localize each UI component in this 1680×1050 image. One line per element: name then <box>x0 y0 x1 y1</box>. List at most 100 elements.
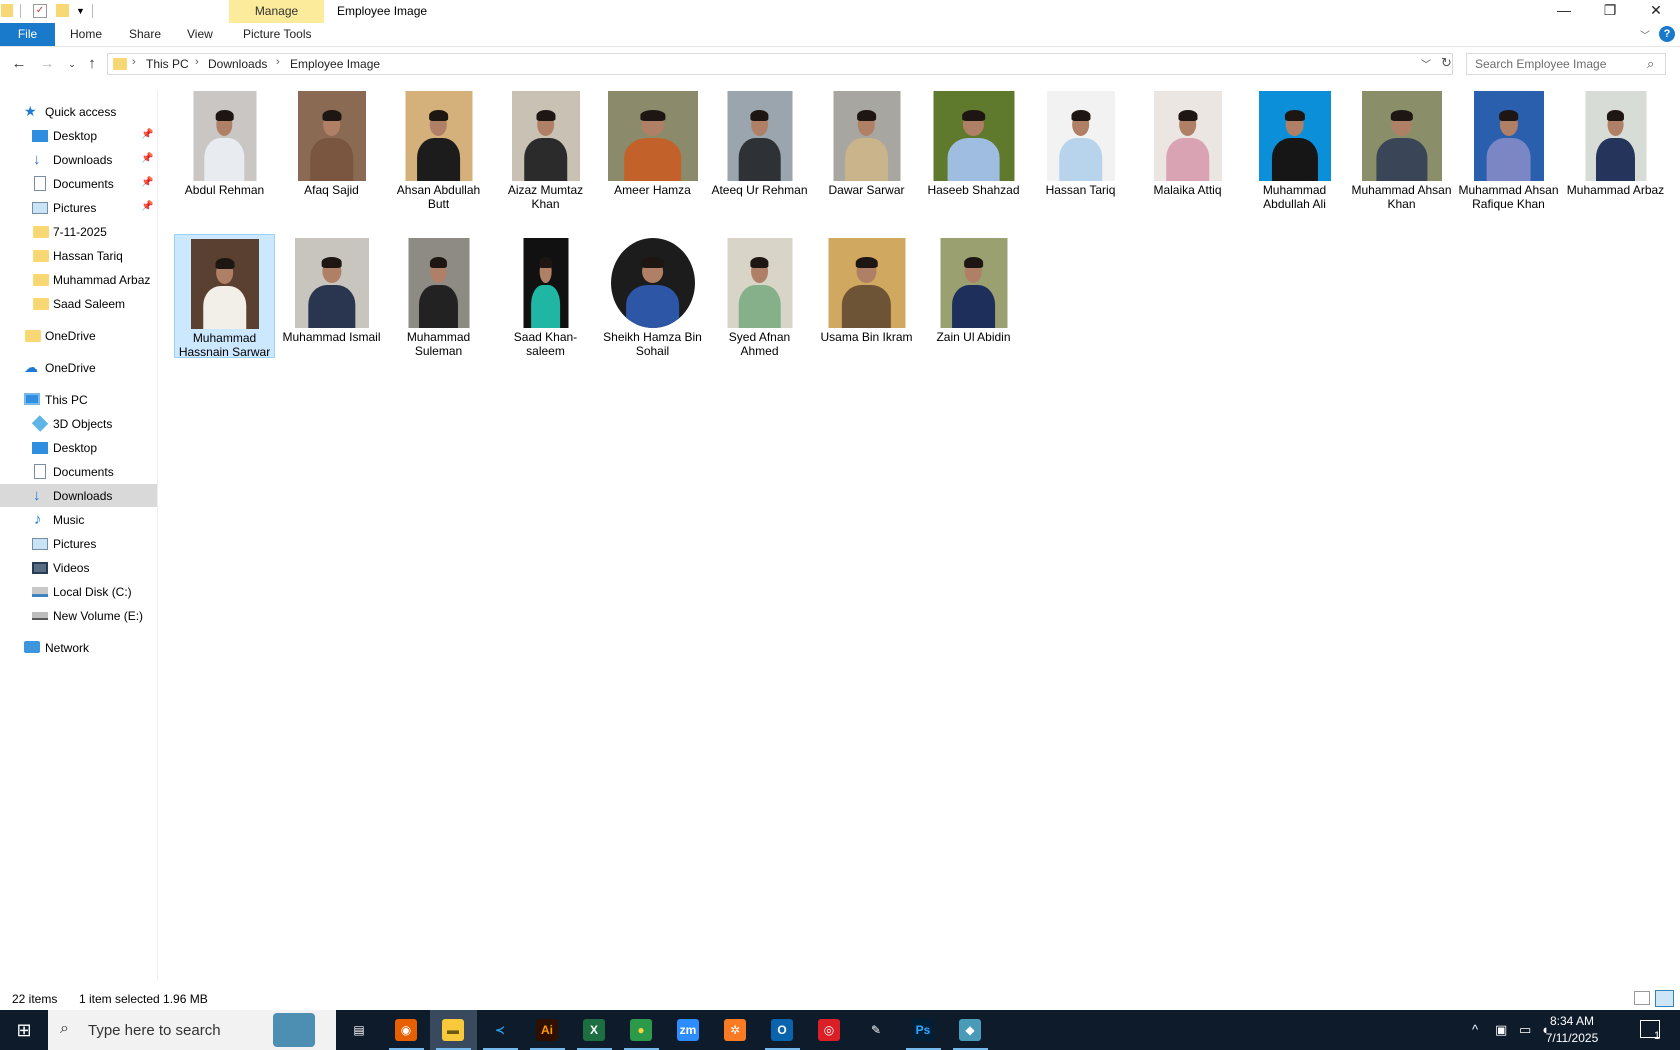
creative-cloud-taskbar-button[interactable]: ◎ <box>806 1010 853 1050</box>
sidebar-item-onedrive-folder[interactable]: OneDrive <box>0 324 157 347</box>
file-item[interactable]: Usama Bin Ikram <box>816 234 917 358</box>
chevron-down-icon[interactable]: ﹀ <box>1640 27 1650 42</box>
tab-file[interactable]: File <box>0 23 55 46</box>
back-arrow-icon[interactable]: ← <box>9 54 29 74</box>
search-icon[interactable]: ⌕ <box>1647 56 1654 72</box>
file-item[interactable]: Muhammad Arbaz <box>1565 87 1666 211</box>
file-item[interactable]: Muhammad Abdullah Ali <box>1244 87 1345 211</box>
file-item[interactable]: Sheikh Hamza Bin Sohail <box>602 234 703 358</box>
search-input[interactable] <box>1475 54 1645 74</box>
chevron-up-icon[interactable]: ^ <box>1472 1022 1478 1037</box>
file-item[interactable]: Ameer Hamza <box>602 87 703 211</box>
help-icon[interactable]: ? <box>1659 26 1675 42</box>
minimize-button[interactable]: — <box>1541 0 1587 23</box>
xampp-taskbar-button[interactable]: ✲ <box>712 1010 759 1050</box>
zoom-taskbar-button[interactable]: zm <box>665 1010 712 1050</box>
pin-icon[interactable]: 📌 <box>141 129 153 140</box>
sidebar-item-downloads[interactable]: ↓ Downloads 📌 <box>0 148 157 171</box>
sidebar-item-pc-pictures[interactable]: Pictures <box>0 532 157 555</box>
pin-icon[interactable]: 📌 <box>141 153 153 164</box>
clock-date[interactable]: 7/11/2025 <box>1537 1031 1607 1045</box>
up-arrow-icon[interactable]: ↑ <box>82 54 102 74</box>
file-item[interactable]: Afaq Sajid <box>281 87 382 211</box>
sidebar-item-music[interactable]: ♪ Music <box>0 508 157 531</box>
file-item[interactable]: Ahsan Abdullah Butt <box>388 87 489 211</box>
illustrator-taskbar-button[interactable]: Ai <box>524 1010 571 1050</box>
breadcrumb-this-pc[interactable]: This PC <box>146 57 189 71</box>
file-item[interactable]: Muhammad Suleman <box>388 234 489 358</box>
sidebar-item-pc-desktop[interactable]: Desktop <box>0 436 157 459</box>
network-icon[interactable]: ▭ <box>1519 1022 1531 1038</box>
file-item[interactable]: Ateeq Ur Rehman <box>709 87 810 211</box>
details-view-icon[interactable] <box>1634 991 1650 1005</box>
pen-tool-taskbar-button[interactable]: ✎ <box>853 1010 900 1050</box>
search-box[interactable]: ⌕ <box>1466 53 1666 75</box>
sidebar-item-documents[interactable]: Documents 📌 <box>0 172 157 195</box>
file-item[interactable]: Muhammad Ahsan Rafique Khan <box>1458 87 1559 211</box>
file-item[interactable]: Abdul Rehman <box>174 87 275 211</box>
sidebar-item-3d-objects[interactable]: 3D Objects <box>0 412 157 435</box>
sidebar-item-new-volume[interactable]: New Volume (E:) <box>0 604 157 627</box>
windows-start-icon[interactable]: ⊞ <box>0 1010 48 1050</box>
recent-locations-icon[interactable]: ⌄ <box>62 54 82 74</box>
breadcrumb-employee-image[interactable]: Employee Image <box>290 57 380 71</box>
file-item[interactable]: Dawar Sarwar <box>816 87 917 211</box>
sidebar-item-pc-documents[interactable]: Documents <box>0 460 157 483</box>
large-icons-view-icon[interactable] <box>1655 990 1674 1007</box>
file-item[interactable]: Saad Khan-saleem <box>495 234 596 358</box>
properties-icon[interactable]: ✓ <box>33 4 47 18</box>
sidebar-item-local-disk[interactable]: Local Disk (C:) <box>0 580 157 603</box>
file-item[interactable]: Aizaz Mumtaz Khan <box>495 87 596 211</box>
customize-toolbar-icon[interactable]: ▼ <box>76 4 90 18</box>
sidebar-item-pc-downloads[interactable]: ↓ Downloads <box>0 484 157 507</box>
sidebar-item-quick-access[interactable]: ★ Quick access <box>0 100 157 123</box>
sidebar-item-pictures[interactable]: Pictures 📌 <box>0 196 157 219</box>
close-button[interactable]: ✕ <box>1633 0 1679 23</box>
firefox-taskbar-button[interactable]: ◉ <box>383 1010 430 1050</box>
sidebar-item-saad-saleem[interactable]: Saad Saleem <box>0 292 157 315</box>
address-bar[interactable]: › This PC › Downloads › Employee Image ﹀… <box>107 53 1453 75</box>
tab-picture-tools[interactable]: Picture Tools <box>243 23 311 46</box>
chrome-taskbar-button[interactable]: ● <box>618 1010 665 1050</box>
meet-icon[interactable]: ▣ <box>1495 1022 1507 1038</box>
chevron-right-icon[interactable]: › <box>132 56 136 68</box>
file-item[interactable]: Muhammad Ismail <box>281 234 382 358</box>
chevron-right-icon[interactable]: › <box>195 56 199 68</box>
clock-time[interactable]: 8:34 AM <box>1537 1014 1607 1028</box>
pin-icon[interactable]: 📌 <box>141 177 153 188</box>
chevron-right-icon[interactable]: › <box>276 56 280 68</box>
forward-arrow-icon[interactable]: → <box>37 54 57 74</box>
file-item[interactable]: Hassan Tariq <box>1030 87 1131 211</box>
manage-tab[interactable]: Manage <box>229 0 324 23</box>
file-item[interactable]: Muhammad Ahsan Khan <box>1351 87 1452 211</box>
file-item[interactable]: Zain Ul Abidin <box>923 234 1024 358</box>
tab-home[interactable]: Home <box>70 23 102 46</box>
photoshop-taskbar-button[interactable]: Ps <box>900 1010 947 1050</box>
sidebar-item-hassan-tariq[interactable]: Hassan Tariq <box>0 244 157 267</box>
pin-icon[interactable]: 📌 <box>141 201 153 212</box>
excel-taskbar-button[interactable]: X <box>571 1010 618 1050</box>
file-item[interactable]: Syed Afnan Ahmed <box>709 234 810 358</box>
file-item[interactable]: Malaika Attiq <box>1137 87 1238 211</box>
tab-view[interactable]: View <box>187 23 213 46</box>
taskbar-search[interactable]: ⌕ Type here to search <box>48 1010 336 1050</box>
new-folder-icon[interactable] <box>56 4 69 17</box>
breadcrumb-downloads[interactable]: Downloads <box>208 57 267 71</box>
app-taskbar-button[interactable]: ◆ <box>947 1010 994 1050</box>
chevron-down-icon[interactable]: ﹀ <box>1421 56 1431 71</box>
sidebar-item-muhammad-arbaz[interactable]: Muhammad Arbaz <box>0 268 157 291</box>
vscode-taskbar-button[interactable]: ≺ <box>477 1010 524 1050</box>
file-explorer-taskbar-button[interactable]: ▬ <box>430 1010 477 1050</box>
tab-share[interactable]: Share <box>129 23 161 46</box>
sidebar-item-onedrive[interactable]: ☁ OneDrive <box>0 356 157 379</box>
sidebar-item-desktop[interactable]: Desktop 📌 <box>0 124 157 147</box>
sidebar-item-network[interactable]: Network <box>0 636 157 659</box>
file-item[interactable]: Muhammad Hassnain Sarwar <box>174 234 275 359</box>
refresh-icon[interactable]: ↻ <box>1441 55 1452 71</box>
outlook-taskbar-button[interactable]: O <box>759 1010 806 1050</box>
task-view-taskbar-button[interactable]: ▤ <box>336 1010 383 1050</box>
file-item[interactable]: Haseeb Shahzad <box>923 87 1024 211</box>
sidebar-item-this-pc[interactable]: This PC <box>0 388 157 411</box>
sidebar-item-videos[interactable]: Videos <box>0 556 157 579</box>
restore-button[interactable]: ❐ <box>1587 0 1633 23</box>
